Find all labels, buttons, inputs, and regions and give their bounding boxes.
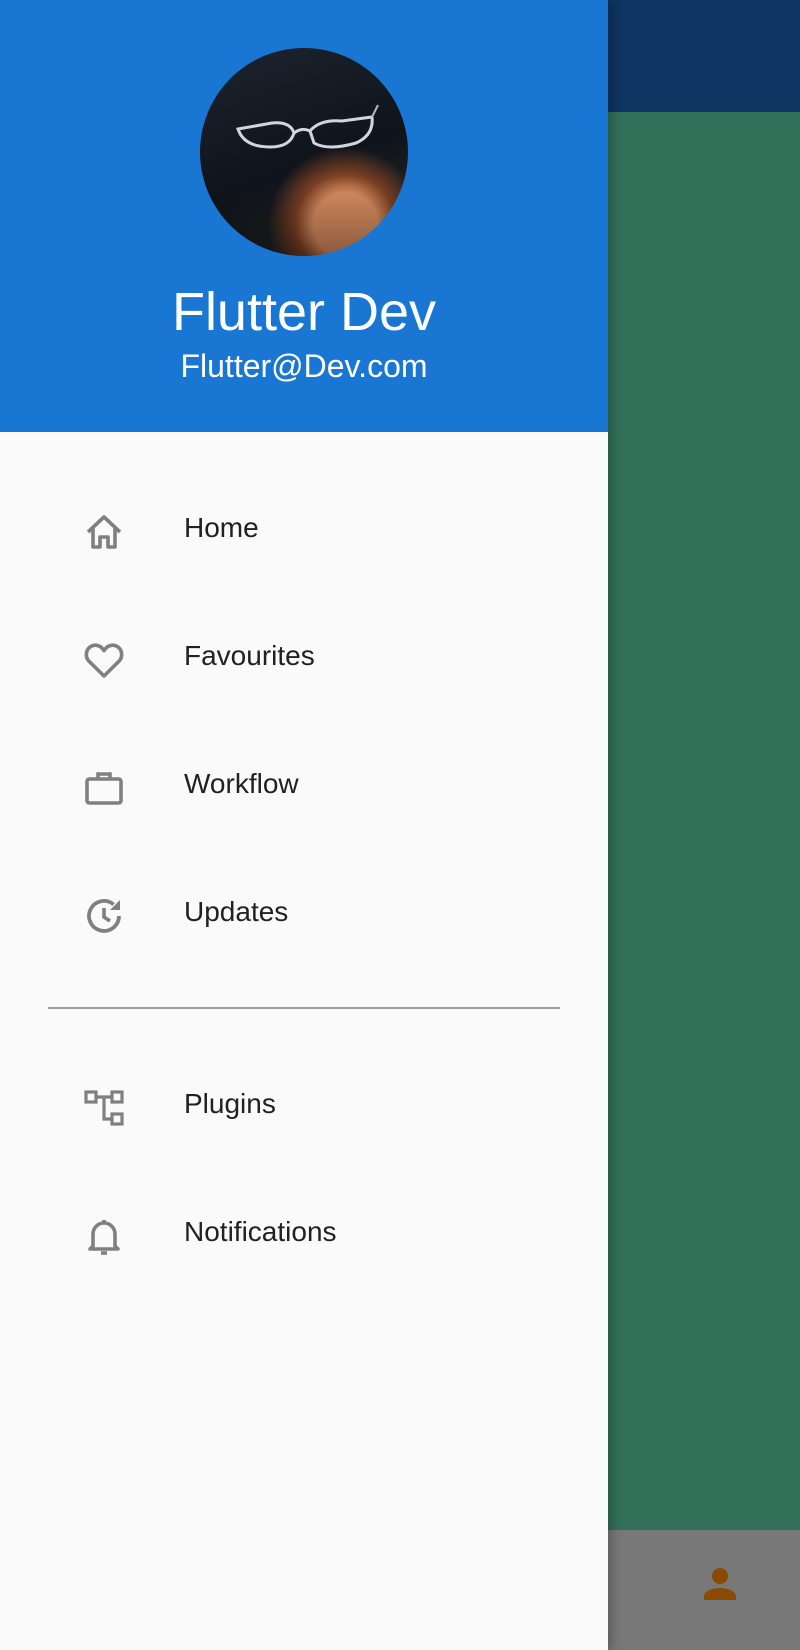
user-email: Flutter@Dev.com <box>180 348 428 384</box>
update-history-icon <box>80 892 128 940</box>
drawer-item-label: Favourites <box>184 640 315 671</box>
drawer-header: Flutter Dev Flutter@Dev.com <box>0 0 608 432</box>
drawer-item-plugins[interactable]: Plugins <box>0 1040 608 1168</box>
drawer-item-label: Notifications <box>184 1216 337 1247</box>
home-icon <box>80 508 128 556</box>
avatar-shade <box>200 186 408 256</box>
glasses-graphic <box>236 104 379 149</box>
drawer-item-home[interactable]: Home <box>0 464 608 592</box>
person-icon[interactable] <box>696 1560 744 1608</box>
menu-divider <box>48 1007 560 1009</box>
drawer-item-updates[interactable]: Updates <box>0 848 608 976</box>
navigation-drawer: Flutter Dev Flutter@Dev.com Home Favouri… <box>0 0 608 1650</box>
bell-icon <box>80 1212 128 1260</box>
briefcase-icon <box>80 764 128 812</box>
avatar <box>200 48 408 256</box>
drawer-item-label: Workflow <box>184 768 299 799</box>
heart-icon <box>80 636 128 684</box>
drawer-item-notifications[interactable]: Notifications <box>0 1168 608 1296</box>
drawer-item-label: Plugins <box>184 1088 276 1119</box>
drawer-item-favourites[interactable]: Favourites <box>0 592 608 720</box>
user-name: Flutter Dev <box>171 282 437 342</box>
drawer-item-label: Home <box>184 512 259 543</box>
drawer-item-workflow[interactable]: Workflow <box>0 720 608 848</box>
drawer-item-label: Updates <box>184 896 289 927</box>
account-tree-icon <box>80 1084 128 1132</box>
